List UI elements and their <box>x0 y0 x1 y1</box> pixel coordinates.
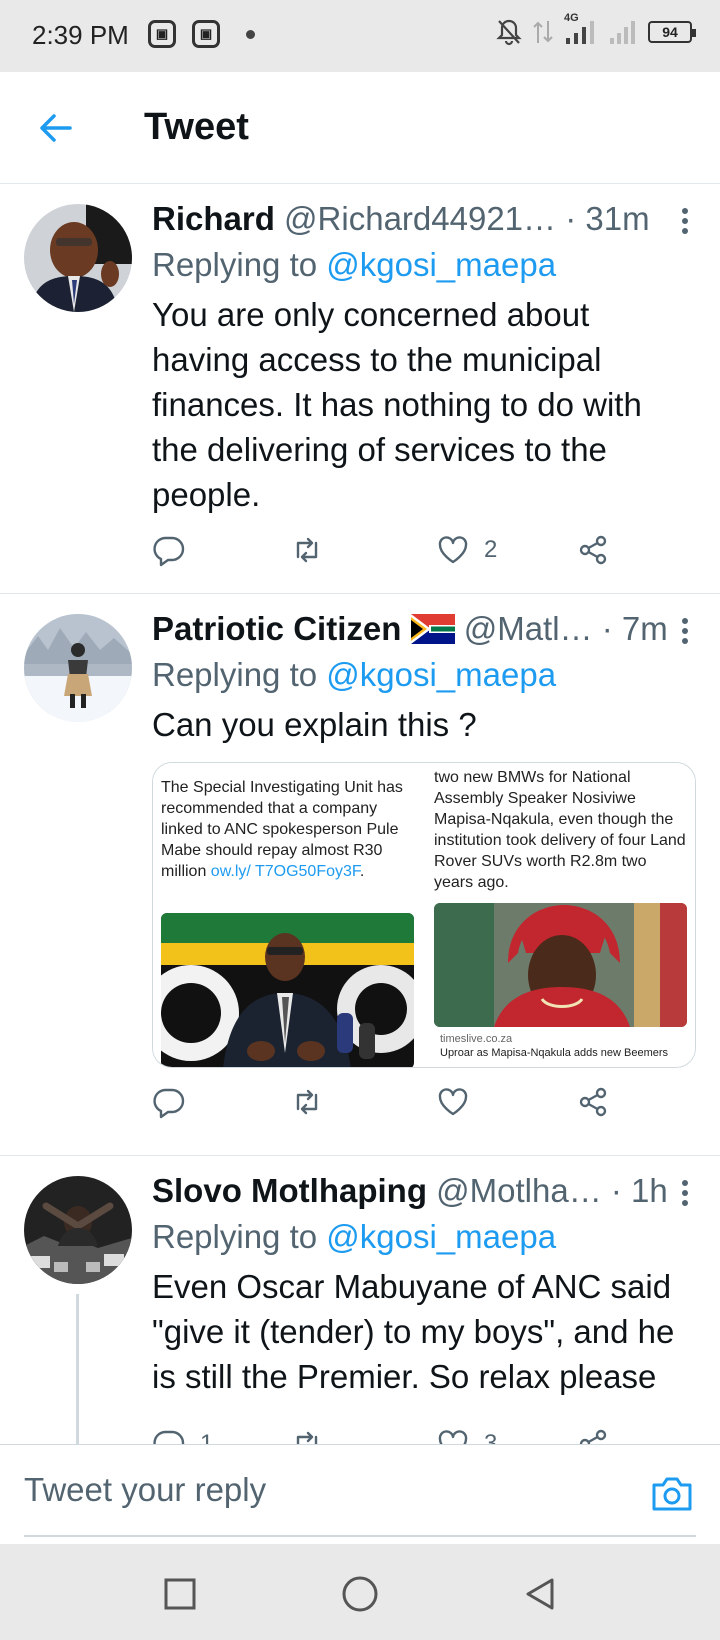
replying-to: Replying to @kgosi_maepa <box>152 656 557 693</box>
card-headline: Uproar as Mapisa-Nqakula adds new Beemer… <box>440 1047 669 1059</box>
mute-bell-icon <box>496 19 522 46</box>
mention-link[interactable]: @kgosi_maepa <box>326 246 556 283</box>
home-circle-icon[interactable] <box>340 1574 380 1614</box>
share-button[interactable] <box>576 1424 610 1444</box>
reply-button[interactable]: 1 <box>152 1424 213 1444</box>
tweet-text: Even Oscar Mabuyane of ANC said "give it… <box>152 1268 675 1395</box>
retweet-button[interactable] <box>290 1082 324 1122</box>
card-text: The Special Investigating Unit has recom… <box>161 779 403 880</box>
status-indicators: 4G 94 <box>496 12 696 46</box>
signal-icon <box>610 21 635 44</box>
retweet-icon <box>296 1089 318 1115</box>
card-photo <box>161 913 414 1067</box>
media-image-2[interactable]: two new BMWs for National Assembly Speak… <box>426 763 695 1067</box>
page-title: Tweet <box>144 106 249 148</box>
back-arrow-icon[interactable] <box>36 108 76 148</box>
tweet-header: Patriotic Citizen @Matl… · 7m <box>152 608 672 650</box>
input-underline <box>24 1535 696 1537</box>
author-handle[interactable]: @Motlha… <box>436 1172 602 1209</box>
heart-icon <box>438 1088 468 1116</box>
status-time: 2:39 PM <box>32 20 129 50</box>
tweet[interactable]: Slovo Motlhaping @Motlha… · 1h Replying … <box>0 1156 720 1444</box>
reply-icon <box>153 1088 185 1119</box>
like-button[interactable] <box>436 1082 470 1122</box>
heart-icon <box>438 1430 468 1444</box>
reply-icon <box>153 536 185 567</box>
camera-icon[interactable] <box>650 1473 694 1513</box>
like-count: 2 <box>484 536 498 563</box>
replying-to: Replying to @kgosi_maepa <box>152 246 557 283</box>
retweet-button[interactable] <box>290 530 338 570</box>
like-count: 3 <box>484 1430 498 1444</box>
reply-composer <box>0 1444 720 1544</box>
thread-line <box>76 1294 79 1444</box>
reply-button[interactable] <box>152 1082 186 1122</box>
more-options-icon[interactable] <box>682 208 690 238</box>
reply-input[interactable] <box>24 1471 584 1509</box>
media-image-1[interactable]: The Special Investigating Unit has recom… <box>153 763 422 1067</box>
more-options-icon[interactable] <box>682 618 690 648</box>
tweet-header: Richard @Richard44921… · 31m <box>152 198 672 240</box>
reply-count: 1 <box>200 1430 214 1444</box>
south-africa-flag-icon <box>410 614 455 644</box>
avatar[interactable] <box>24 614 132 722</box>
card-link[interactable]: ow.ly/ T7OG50Foy3F <box>211 863 360 880</box>
like-button[interactable]: 2 <box>436 530 497 570</box>
replying-to: Replying to @kgosi_maepa <box>152 1218 557 1255</box>
tweet-actions <box>152 1082 622 1122</box>
card-text: two new BMWs for National Assembly Speak… <box>434 769 686 891</box>
like-button[interactable]: 3 <box>436 1424 497 1444</box>
more-options-icon[interactable] <box>682 1180 690 1210</box>
author-name[interactable]: Slovo Motlhaping <box>152 1172 427 1209</box>
author-handle[interactable]: @Richard44921… <box>284 200 556 237</box>
avatar[interactable] <box>24 1176 132 1284</box>
more-notifications-dot-icon <box>246 30 255 39</box>
battery-level: 94 <box>662 24 678 40</box>
tweet-time: · 31m <box>565 200 650 237</box>
tweet-time: · 1h <box>610 1172 668 1209</box>
tweet-text: Can you explain this ? <box>152 706 477 743</box>
mention-link[interactable]: @kgosi_maepa <box>326 656 556 693</box>
app-notification-icon: ▣ <box>148 20 176 48</box>
heart-icon <box>438 536 468 564</box>
reply-icon <box>153 1430 185 1444</box>
avatar[interactable] <box>24 204 132 312</box>
tweet-actions: 1 3 <box>152 1424 622 1444</box>
battery-icon: 94 <box>648 21 696 43</box>
share-icon <box>579 1429 607 1444</box>
tweet-header: Slovo Motlhaping @Motlha… · 1h <box>152 1170 672 1212</box>
tweet-text: You are only concerned about having acce… <box>152 296 642 513</box>
data-transfer-icon <box>533 21 553 43</box>
share-icon <box>579 1087 607 1117</box>
app-header: Tweet <box>0 72 720 184</box>
tweet-media[interactable]: The Special Investigating Unit has recom… <box>152 762 696 1068</box>
tweet-actions: 2 <box>152 530 622 570</box>
reply-button[interactable] <box>152 530 200 570</box>
author-handle[interactable]: @Matl… <box>464 610 593 647</box>
retweet-icon <box>296 1431 318 1444</box>
retweet-icon <box>296 537 318 563</box>
card-photo <box>434 903 687 1027</box>
share-button[interactable] <box>576 530 610 570</box>
retweet-button[interactable] <box>290 1424 324 1444</box>
app-notification-icon: ▣ <box>192 20 220 48</box>
mention-link[interactable]: @kgosi_maepa <box>326 1218 556 1255</box>
tweet[interactable]: Richard @Richard44921… · 31m Replying to… <box>0 184 720 594</box>
signal-4g-icon: 4G <box>564 12 598 46</box>
tweet-time: · 7m <box>601 610 668 647</box>
status-bar: 2:39 PM ▣ ▣ 4G 94 <box>0 0 720 72</box>
share-button[interactable] <box>576 1082 610 1122</box>
back-triangle-icon[interactable] <box>520 1574 560 1614</box>
system-nav-bar <box>0 1544 720 1640</box>
author-name[interactable]: Richard <box>152 200 275 237</box>
author-name[interactable]: Patriotic Citizen <box>152 610 401 647</box>
recents-square-icon[interactable] <box>160 1574 200 1614</box>
tweet[interactable]: Patriotic Citizen @Matl… · 7m Replying t… <box>0 594 720 1156</box>
share-icon <box>579 535 607 565</box>
card-site: timeslive.co.za <box>440 1033 513 1045</box>
